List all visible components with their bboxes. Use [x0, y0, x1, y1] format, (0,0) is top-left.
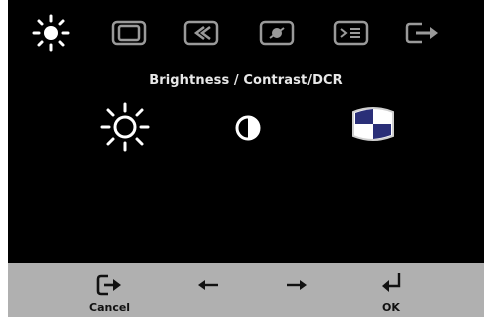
brightness-sun-icon[interactable] — [98, 100, 152, 154]
cancel-button[interactable] — [95, 272, 125, 298]
enter-button[interactable] — [379, 271, 405, 295]
ok-label: OK — [382, 301, 400, 314]
options-icon[interactable] — [329, 10, 373, 56]
image-position-icon[interactable] — [107, 10, 151, 56]
navigation-bar — [8, 263, 484, 317]
submenu-title: Brightness / Contrast/DCR — [149, 73, 343, 88]
cancel-label: Cancel — [89, 301, 131, 314]
image-properties-icon[interactable] — [255, 10, 299, 56]
dcr-icon[interactable] — [347, 104, 399, 144]
exit-icon[interactable] — [402, 10, 446, 56]
image-setup-icon[interactable] — [179, 10, 223, 56]
brightness-icon[interactable] — [28, 10, 74, 56]
left-arrow-button[interactable] — [196, 277, 220, 293]
right-arrow-button[interactable] — [285, 277, 309, 293]
contrast-icon[interactable] — [232, 112, 264, 144]
